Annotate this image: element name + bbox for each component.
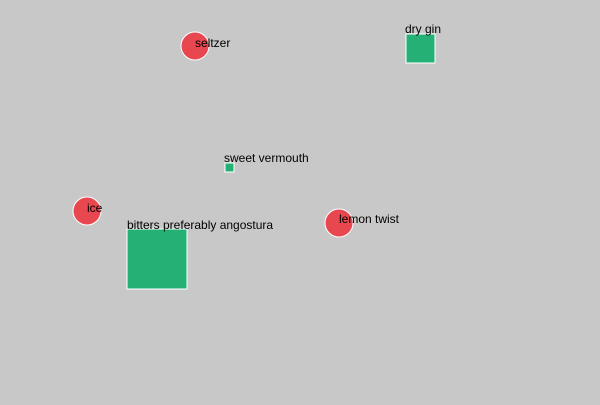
- diagram-svg: seltzer dry gin sweet vermouth ice lemon…: [0, 0, 600, 400]
- sweet-vermouth-label: sweet vermouth: [224, 151, 309, 165]
- bitters-square-icon: [126, 228, 188, 290]
- seltzer-label: seltzer: [195, 36, 230, 50]
- dry-gin-label: dry gin: [405, 22, 441, 36]
- diagram-canvas: seltzer dry gin sweet vermouth ice lemon…: [0, 0, 600, 400]
- ice-label: ice: [87, 201, 103, 215]
- dry-gin-square-icon: [405, 33, 436, 64]
- bitters-label: bitters preferably angostura: [127, 218, 273, 232]
- lemon-twist-label: lemon twist: [339, 212, 400, 226]
